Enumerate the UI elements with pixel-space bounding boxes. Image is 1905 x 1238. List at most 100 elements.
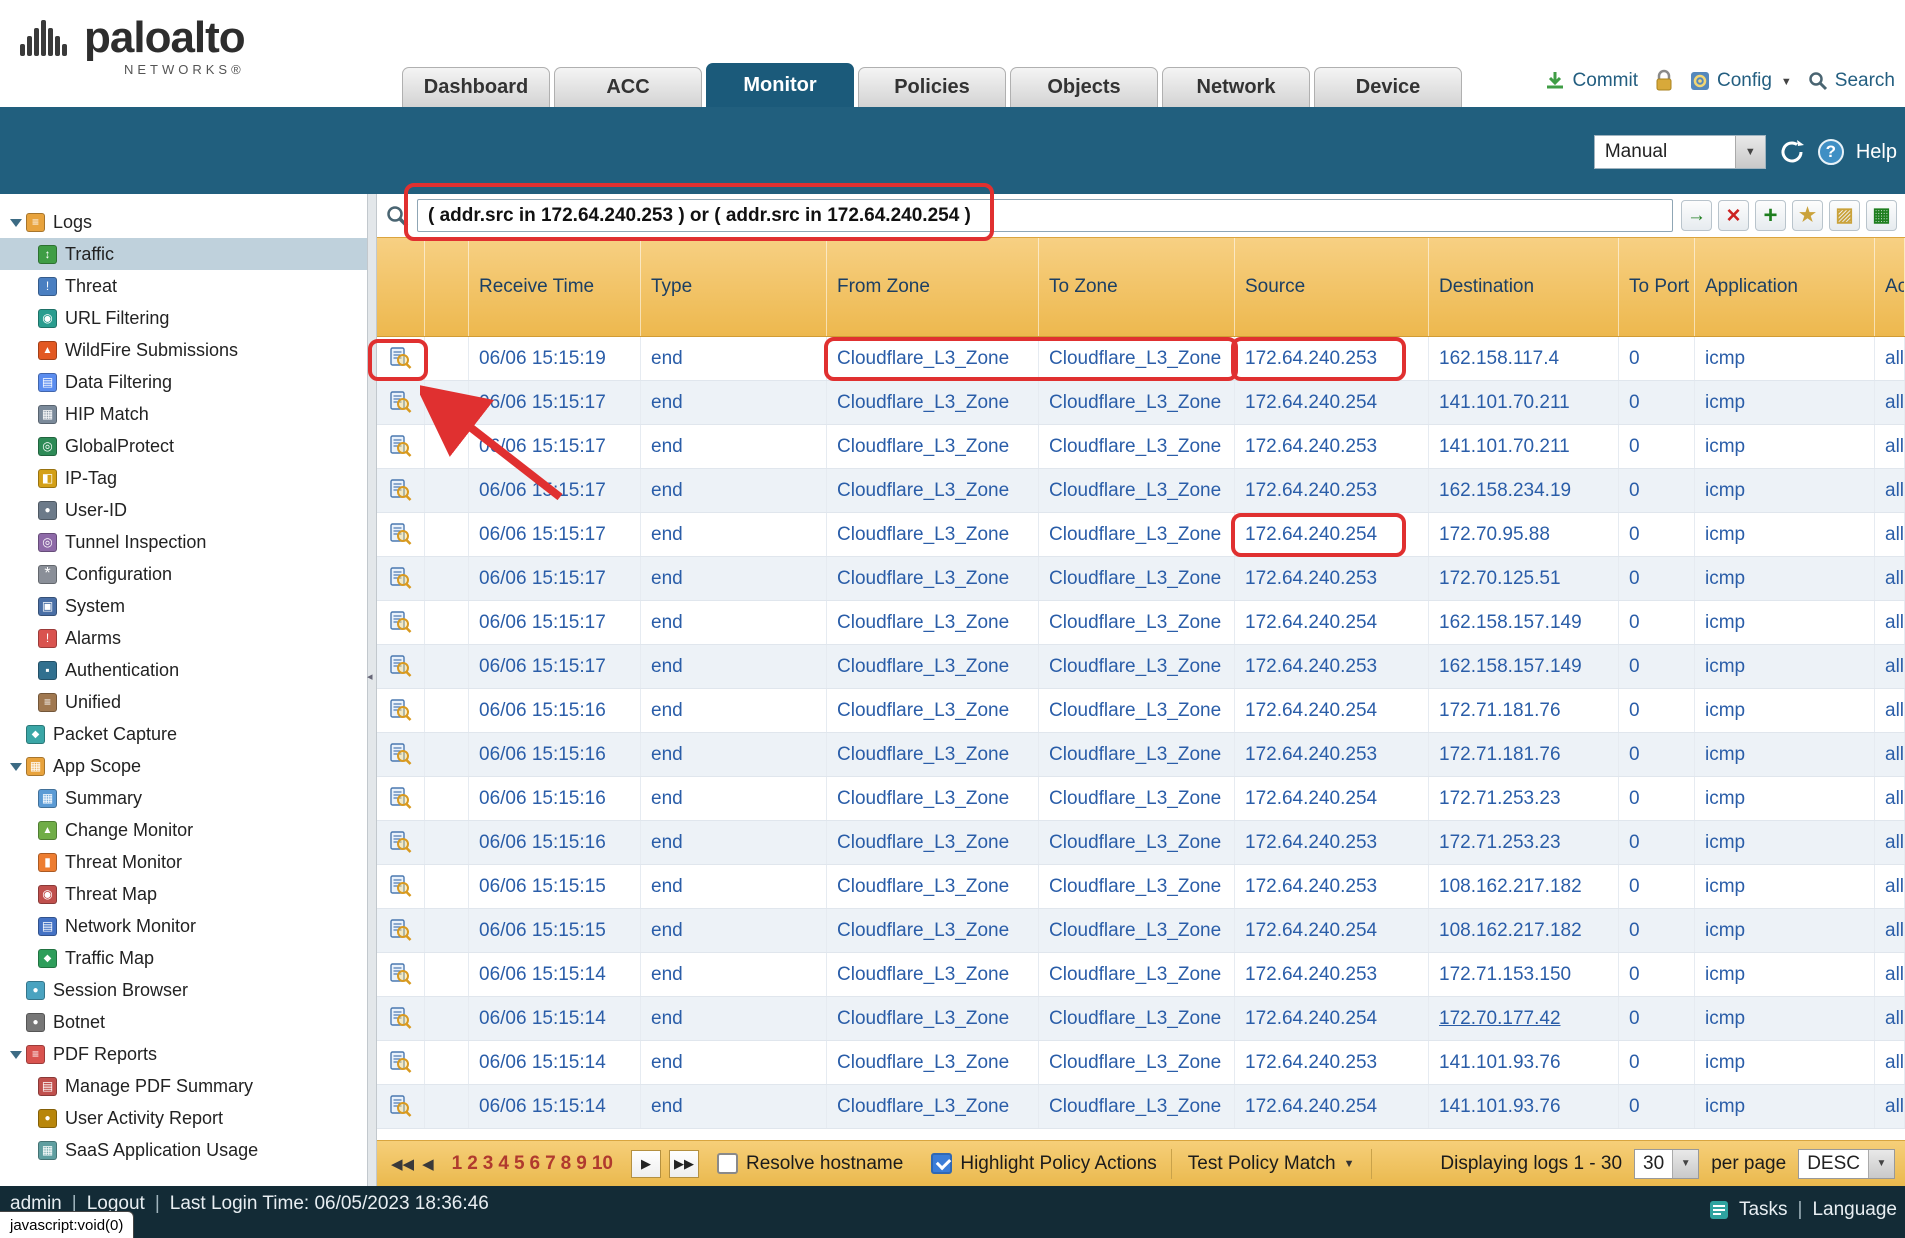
page-3[interactable]: 3 [483, 1153, 494, 1175]
page-1[interactable]: 1 [452, 1153, 463, 1175]
per-page-dropdown[interactable]: 30 [1634, 1149, 1699, 1179]
load-filter-icon[interactable] [1829, 200, 1860, 231]
cell-to-zone[interactable]: Cloudflare_L3_Zone [1039, 381, 1235, 424]
cell-to-zone[interactable]: Cloudflare_L3_Zone [1039, 1041, 1235, 1084]
sidebar-splitter[interactable] [367, 194, 377, 1186]
refresh-icon[interactable] [1778, 138, 1806, 166]
cell-to-zone[interactable]: Cloudflare_L3_Zone [1039, 909, 1235, 952]
sidebar-item-configuration[interactable]: Configuration [0, 558, 367, 590]
log-detail-cell[interactable] [377, 733, 425, 776]
cell-source[interactable]: 172.64.240.253 [1235, 865, 1429, 908]
log-detail-cell[interactable] [377, 1085, 425, 1128]
tab-monitor[interactable]: Monitor [706, 63, 854, 107]
log-detail-cell[interactable] [377, 1041, 425, 1084]
sidebar-item-globalprotect[interactable]: GlobalProtect [0, 430, 367, 462]
cell-to-zone[interactable]: Cloudflare_L3_Zone [1039, 865, 1235, 908]
log-detail-cell[interactable] [377, 513, 425, 556]
sidebar-item-system[interactable]: System [0, 590, 367, 622]
help-icon[interactable] [1818, 139, 1844, 165]
cell-to-zone[interactable]: Cloudflare_L3_Zone [1039, 645, 1235, 688]
cell-to-zone[interactable]: Cloudflare_L3_Zone [1039, 337, 1235, 380]
cell-source[interactable]: 172.64.240.253 [1235, 557, 1429, 600]
column-header-receive-time[interactable]: Receive Time [469, 238, 641, 336]
column-header-source[interactable]: Source [1235, 238, 1429, 336]
cell-source[interactable]: 172.64.240.253 [1235, 469, 1429, 512]
cell-destination[interactable]: 162.158.234.19 [1429, 469, 1619, 512]
cell-application[interactable]: icmp [1695, 997, 1875, 1040]
log-detail-cell[interactable] [377, 689, 425, 732]
page-4[interactable]: 4 [498, 1153, 509, 1175]
log-detail-cell[interactable] [377, 997, 425, 1040]
cell-application[interactable]: icmp [1695, 645, 1875, 688]
resolve-hostname-option[interactable]: Resolve hostname [717, 1153, 903, 1175]
cell-destination[interactable]: 108.162.217.182 [1429, 909, 1619, 952]
sidebar-item-pdf-reports[interactable]: PDF Reports [0, 1038, 367, 1070]
sidebar-item-change-monitor[interactable]: Change Monitor [0, 814, 367, 846]
lock-icon[interactable] [1654, 69, 1674, 93]
previous-page-button[interactable] [422, 1155, 434, 1173]
tab-policies[interactable]: Policies [858, 67, 1006, 107]
cell-destination[interactable]: 172.71.181.76 [1429, 733, 1619, 776]
cell-destination[interactable]: 141.101.93.76 [1429, 1041, 1619, 1084]
log-detail-cell[interactable] [377, 777, 425, 820]
sidebar-item-threat[interactable]: Threat [0, 270, 367, 302]
page-10[interactable]: 10 [592, 1153, 613, 1175]
page-8[interactable]: 8 [561, 1153, 572, 1175]
sidebar-item-wildfire-submissions[interactable]: WildFire Submissions [0, 334, 367, 366]
log-detail-cell[interactable] [377, 645, 425, 688]
sidebar-item-app-scope[interactable]: App Scope [0, 750, 367, 782]
first-page-button[interactable] [391, 1155, 414, 1173]
cell-to-zone[interactable]: Cloudflare_L3_Zone [1039, 469, 1235, 512]
column-header-to-zone[interactable]: To Zone [1039, 238, 1235, 336]
cell-source[interactable]: 172.64.240.253 [1235, 821, 1429, 864]
log-detail-cell[interactable] [377, 469, 425, 512]
cell-from-zone[interactable]: Cloudflare_L3_Zone [827, 777, 1039, 820]
apply-filter-icon[interactable] [1681, 200, 1712, 231]
cell-source[interactable]: 172.64.240.253 [1235, 425, 1429, 468]
save-filter-icon[interactable] [1792, 200, 1823, 231]
cell-application[interactable]: icmp [1695, 469, 1875, 512]
cell-destination[interactable]: 172.70.125.51 [1429, 557, 1619, 600]
cell-from-zone[interactable]: Cloudflare_L3_Zone [827, 997, 1039, 1040]
cell-from-zone[interactable]: Cloudflare_L3_Zone [827, 381, 1039, 424]
column-header-application[interactable]: Application [1695, 238, 1875, 336]
page-5[interactable]: 5 [514, 1153, 525, 1175]
export-logs-icon[interactable] [1866, 200, 1897, 231]
sidebar-item-alarms[interactable]: Alarms [0, 622, 367, 654]
sidebar-item-session-browser[interactable]: Session Browser [0, 974, 367, 1006]
sidebar-item-summary[interactable]: Summary [0, 782, 367, 814]
cell-from-zone[interactable]: Cloudflare_L3_Zone [827, 1085, 1039, 1128]
cell-source[interactable]: 172.64.240.253 [1235, 733, 1429, 776]
sidebar-item-data-filtering[interactable]: Data Filtering [0, 366, 367, 398]
cell-to-zone[interactable]: Cloudflare_L3_Zone [1039, 733, 1235, 776]
sidebar-item-url-filtering[interactable]: URL Filtering [0, 302, 367, 334]
last-page-button[interactable] [669, 1150, 699, 1178]
log-detail-cell[interactable] [377, 337, 425, 380]
cell-destination[interactable]: 172.71.253.23 [1429, 821, 1619, 864]
cell-source[interactable]: 172.64.240.254 [1235, 909, 1429, 952]
cell-destination[interactable]: 162.158.117.4 [1429, 337, 1619, 380]
refresh-mode-caret-icon[interactable] [1735, 136, 1765, 168]
cell-to-zone[interactable]: Cloudflare_L3_Zone [1039, 997, 1235, 1040]
sort-order-dropdown[interactable]: DESC [1798, 1149, 1895, 1179]
column-header-action[interactable]: Action [1875, 238, 1905, 336]
sidebar-item-unified[interactable]: Unified [0, 686, 367, 718]
tab-acc[interactable]: ACC [554, 67, 702, 107]
cell-to-zone[interactable]: Cloudflare_L3_Zone [1039, 513, 1235, 556]
log-detail-cell[interactable] [377, 381, 425, 424]
cell-destination[interactable]: 108.162.217.182 [1429, 865, 1619, 908]
sidebar-item-botnet[interactable]: Botnet [0, 1006, 367, 1038]
search-button[interactable]: Search [1808, 70, 1895, 92]
next-page-button[interactable] [631, 1150, 661, 1178]
page-9[interactable]: 9 [576, 1153, 587, 1175]
cell-to-zone[interactable]: Cloudflare_L3_Zone [1039, 777, 1235, 820]
cell-application[interactable]: icmp [1695, 909, 1875, 952]
sidebar-item-threat-map[interactable]: Threat Map [0, 878, 367, 910]
cell-source[interactable]: 172.64.240.254 [1235, 1085, 1429, 1128]
sidebar-item-user-id[interactable]: User-ID [0, 494, 367, 526]
cell-application[interactable]: icmp [1695, 1041, 1875, 1084]
highlight-policy-checkbox[interactable] [931, 1153, 952, 1174]
cell-from-zone[interactable]: Cloudflare_L3_Zone [827, 953, 1039, 996]
log-detail-cell[interactable] [377, 425, 425, 468]
cell-source[interactable]: 172.64.240.254 [1235, 381, 1429, 424]
